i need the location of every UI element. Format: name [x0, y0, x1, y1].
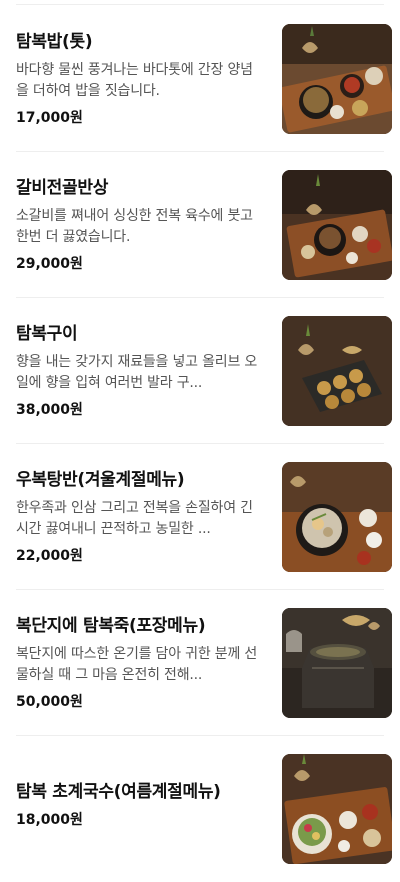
menu-item-info: 갈비전골반상 소갈비를 쪄내어 싱싱한 전복 육수에 붓고 한번 더 끓였습니다… — [16, 176, 264, 274]
galbi-hotpot-photo-image — [282, 170, 392, 280]
menu-item-abalone-porridge-jar[interactable]: 복단지에 탐복죽(포장메뉴) 복단지에 따스한 온기를 담아 귀한 분께 선물하… — [0, 590, 400, 736]
menu-item-name: 탐복 초계국수(여름계절메뉴) — [16, 782, 221, 802]
menu-item-info: 탐복구이 향을 내는 갖가지 재료들을 넣고 올리브 오일에 향을 입혀 여러번… — [16, 322, 264, 420]
menu-item-description: 한우족과 인삼 그리고 전복을 손질하여 긴 시간 끓여내니 끈적하고 농밀한 … — [16, 500, 253, 537]
menu-item-tambok-rice[interactable]: 탐복밥(톳) 바다향 물씬 풍겨나는 바다톳에 간장 양념을 더하여 밥을 짓습… — [0, 6, 400, 152]
menu-item-price: 17,000원 — [16, 110, 83, 126]
menu-item-info: 우복탕반(겨울계절메뉴) 한우족과 인삼 그리고 전복을 손질하여 긴 시간 끓… — [16, 468, 264, 566]
menu-item-galbi-hotpot[interactable]: 갈비전골반상 소갈비를 쪄내어 싱싱한 전복 육수에 붓고 한번 더 끓였습니다… — [0, 152, 400, 298]
menu-item-photo[interactable] — [282, 170, 392, 280]
menu-item-photo[interactable] — [282, 462, 392, 572]
menu-item-name: 갈비전골반상 — [16, 178, 109, 198]
menu-item-photo[interactable] — [282, 24, 392, 134]
menu-item-price: 50,000원 — [16, 694, 83, 710]
menu-item-description: 소갈비를 쪄내어 싱싱한 전복 육수에 붓고 한번 더 끓였습니다. — [16, 208, 253, 245]
divider — [16, 4, 384, 5]
menu-item-price: 38,000원 — [16, 402, 83, 418]
menu-item-name: 우복탕반(겨울계절메뉴) — [16, 470, 185, 490]
menu-item-photo[interactable] — [282, 608, 392, 718]
menu-item-name: 탐복밥(톳) — [16, 32, 93, 52]
grilled-abalone-photo-image — [282, 316, 392, 426]
cold-chicken-noodle-photo-image — [282, 754, 392, 864]
menu-item-description: 바다향 물씬 풍겨나는 바다톳에 간장 양념을 더하여 밥을 짓습니다. — [16, 62, 253, 99]
tambok-rice-photo-image — [282, 24, 392, 134]
menu-item-info: 탐복 초계국수(여름계절메뉴) 18,000원 — [16, 780, 264, 830]
menu-item-price: 22,000원 — [16, 548, 83, 564]
menu-item-cold-chicken-noodle[interactable]: 탐복 초계국수(여름계절메뉴) 18,000원 — [0, 736, 400, 882]
menu-item-description: 향을 내는 갖가지 재료들을 넣고 올리브 오일에 향을 입혀 여러번 발라 구… — [16, 354, 258, 391]
menu-item-description: 복단지에 따스한 온기를 담아 귀한 분께 선물하실 때 그 마음 온전히 전해… — [16, 646, 258, 683]
menu-item-ox-foot-soup[interactable]: 우복탕반(겨울계절메뉴) 한우족과 인삼 그리고 전복을 손질하여 긴 시간 끓… — [0, 444, 400, 590]
menu-item-info: 복단지에 탐복죽(포장메뉴) 복단지에 따스한 온기를 담아 귀한 분께 선물하… — [16, 614, 264, 712]
menu-item-name: 탐복구이 — [16, 324, 78, 344]
menu-item-grilled-abalone[interactable]: 탐복구이 향을 내는 갖가지 재료들을 넣고 올리브 오일에 향을 입혀 여러번… — [0, 298, 400, 444]
menu-item-info: 탐복밥(톳) 바다향 물씬 풍겨나는 바다톳에 간장 양념을 더하여 밥을 짓습… — [16, 30, 264, 128]
menu-item-price: 18,000원 — [16, 812, 83, 828]
menu-item-photo[interactable] — [282, 316, 392, 426]
abalone-porridge-jar-photo-image — [282, 608, 392, 718]
menu-item-photo[interactable] — [282, 754, 392, 864]
menu-item-name: 복단지에 탐복죽(포장메뉴) — [16, 616, 206, 636]
ox-foot-soup-photo-image — [282, 462, 392, 572]
menu-item-price: 29,000원 — [16, 256, 83, 272]
